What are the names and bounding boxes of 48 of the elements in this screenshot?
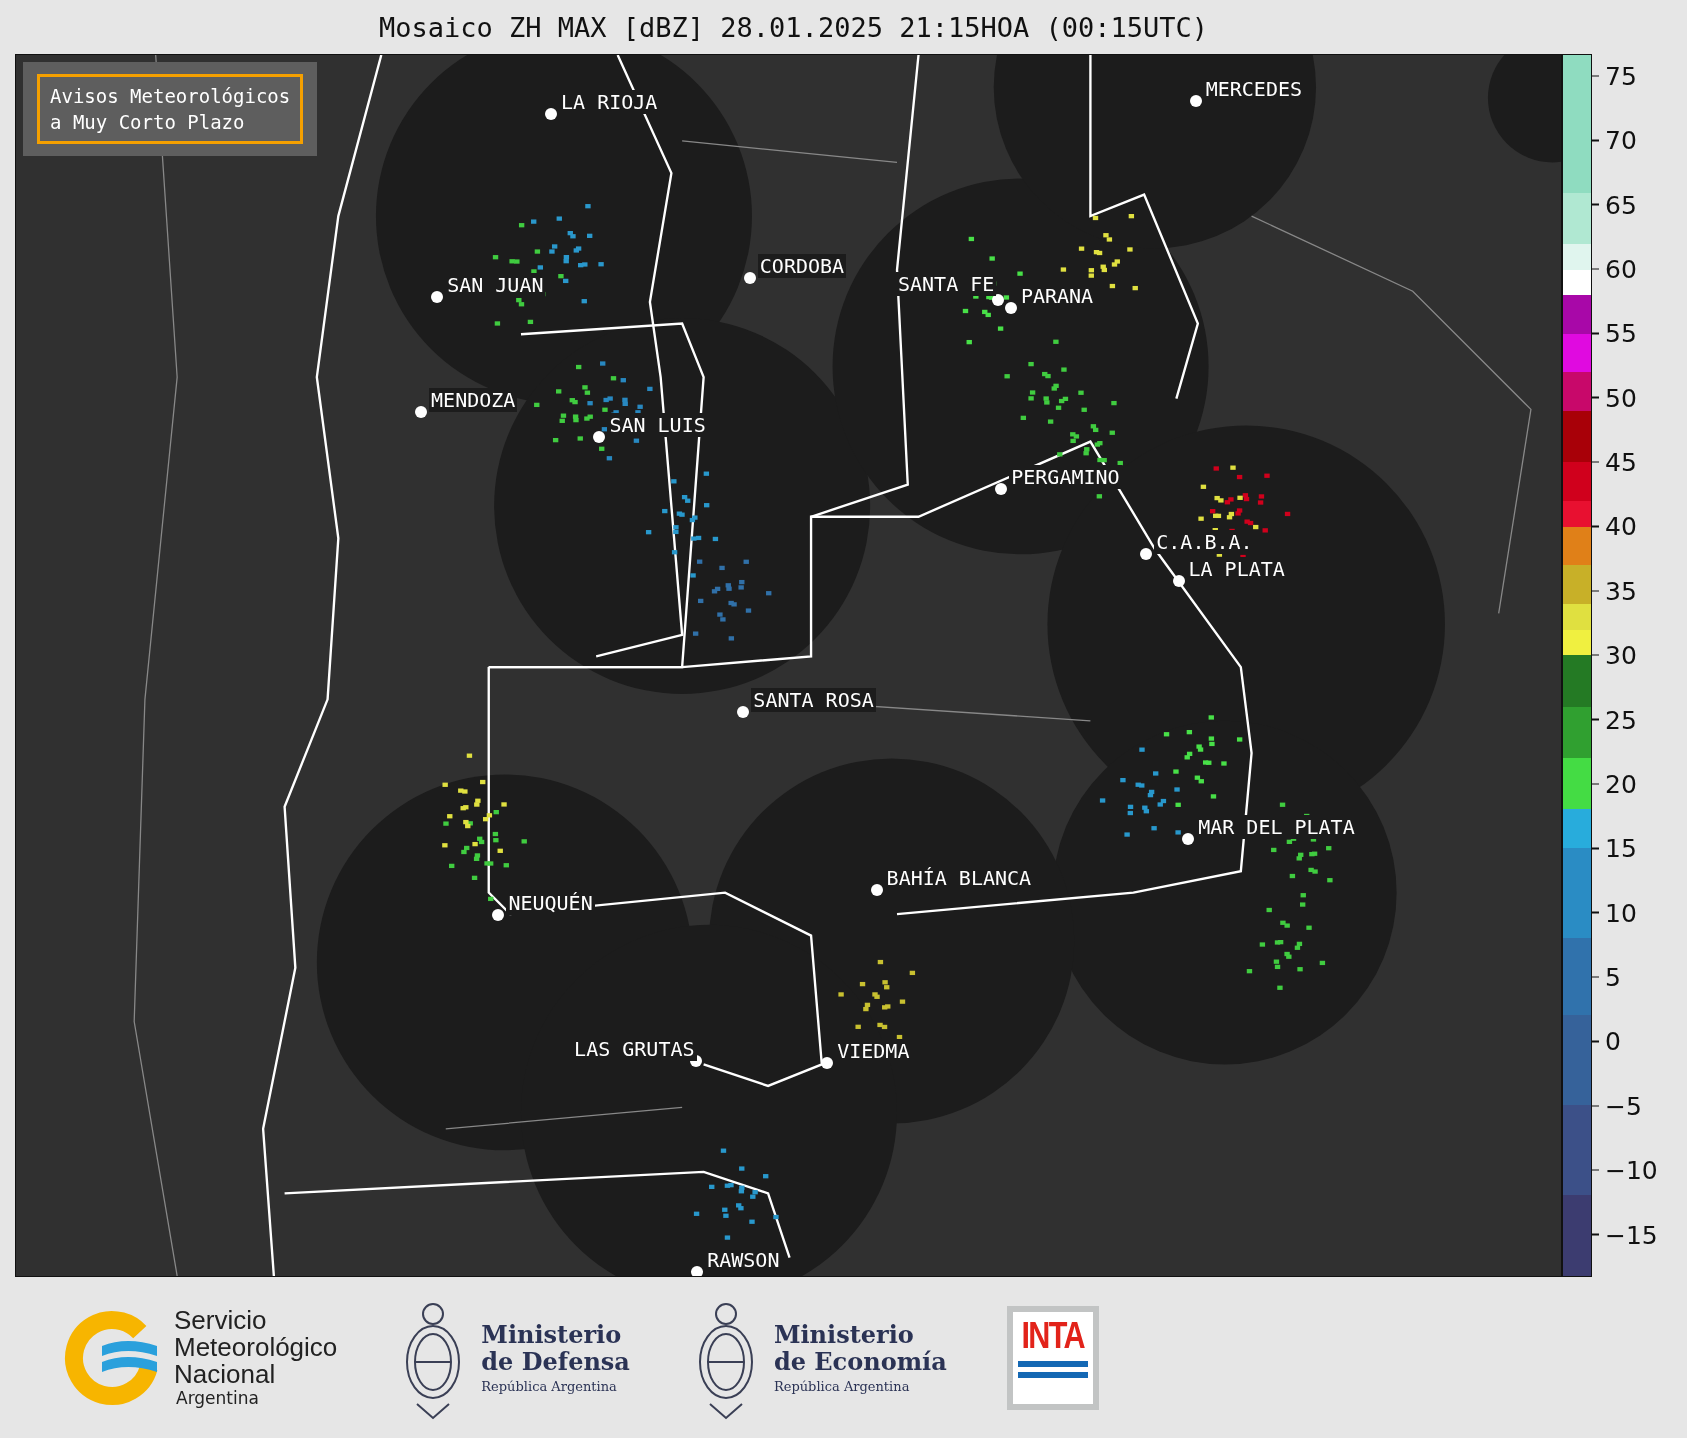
country-name: República Argentina <box>773 1379 911 1394</box>
agency-name: Nacional <box>174 1361 276 1388</box>
tick-label: 25 <box>1605 705 1637 735</box>
tick-label: −10 <box>1605 1155 1658 1185</box>
city-label: SANTA FE <box>896 271 997 296</box>
tick-label: −5 <box>1605 1091 1642 1121</box>
city-label: VIEDMA <box>835 1039 912 1064</box>
tick-label: 75 <box>1605 61 1637 91</box>
tick-label: 50 <box>1605 383 1637 413</box>
tick-label: −15 <box>1605 1220 1658 1249</box>
city-label: SAN JUAN <box>445 272 546 297</box>
stripe-icon <box>1017 1360 1088 1367</box>
tick-label: 45 <box>1605 447 1637 477</box>
city-label: PERGAMINO <box>1009 464 1122 489</box>
city-marker-icon <box>415 405 428 418</box>
agency-name: Servicio <box>174 1307 268 1334</box>
ministry-name: Ministerio <box>481 1321 623 1348</box>
city-marker-icon <box>691 1265 704 1276</box>
city-label: NEUQUÉN <box>506 891 595 916</box>
agency-name: Meteorológico <box>174 1334 338 1361</box>
stripe-icon <box>1017 1371 1088 1378</box>
city-label: MAR DEL PLATA <box>1196 814 1357 839</box>
ministry-name: de Defensa <box>481 1348 630 1375</box>
tick-label: 55 <box>1605 318 1637 348</box>
tick-label: 70 <box>1605 125 1637 155</box>
city-label: SANTA ROSA <box>751 688 876 713</box>
ministry-name: de Economía <box>773 1348 947 1375</box>
tick-label: 5 <box>1605 962 1621 992</box>
tick-label: 0 <box>1605 1026 1621 1056</box>
city-label: CORDOBA <box>757 254 847 279</box>
city-marker-icon <box>743 272 756 285</box>
map-title: Mosaico ZH MAX [dBZ] 28.01.2025 21:15HOA (00:15UTC) <box>379 11 1208 43</box>
tick-label: 15 <box>1605 833 1637 863</box>
ministry-name: Ministerio <box>773 1321 915 1348</box>
notice-text: Avisos Meteorológicos a Muy Corto Plazo <box>37 74 304 144</box>
tick-label: 10 <box>1605 898 1637 928</box>
tick-label: 30 <box>1605 640 1637 670</box>
tick-label: 35 <box>1605 576 1637 606</box>
tick-label: 65 <box>1605 190 1637 220</box>
city-label: SAN LUIS <box>607 413 708 438</box>
tick-label: 40 <box>1605 511 1637 541</box>
tick-label: 20 <box>1605 769 1637 799</box>
country-name: República Argentina <box>481 1379 618 1394</box>
country-name: Argentina <box>175 1388 260 1408</box>
tick-label: 60 <box>1605 254 1637 284</box>
logo-wordmark: INTA <box>1021 1315 1084 1356</box>
city-marker-icon <box>737 706 750 719</box>
city-label: MENDOZA <box>429 387 518 412</box>
